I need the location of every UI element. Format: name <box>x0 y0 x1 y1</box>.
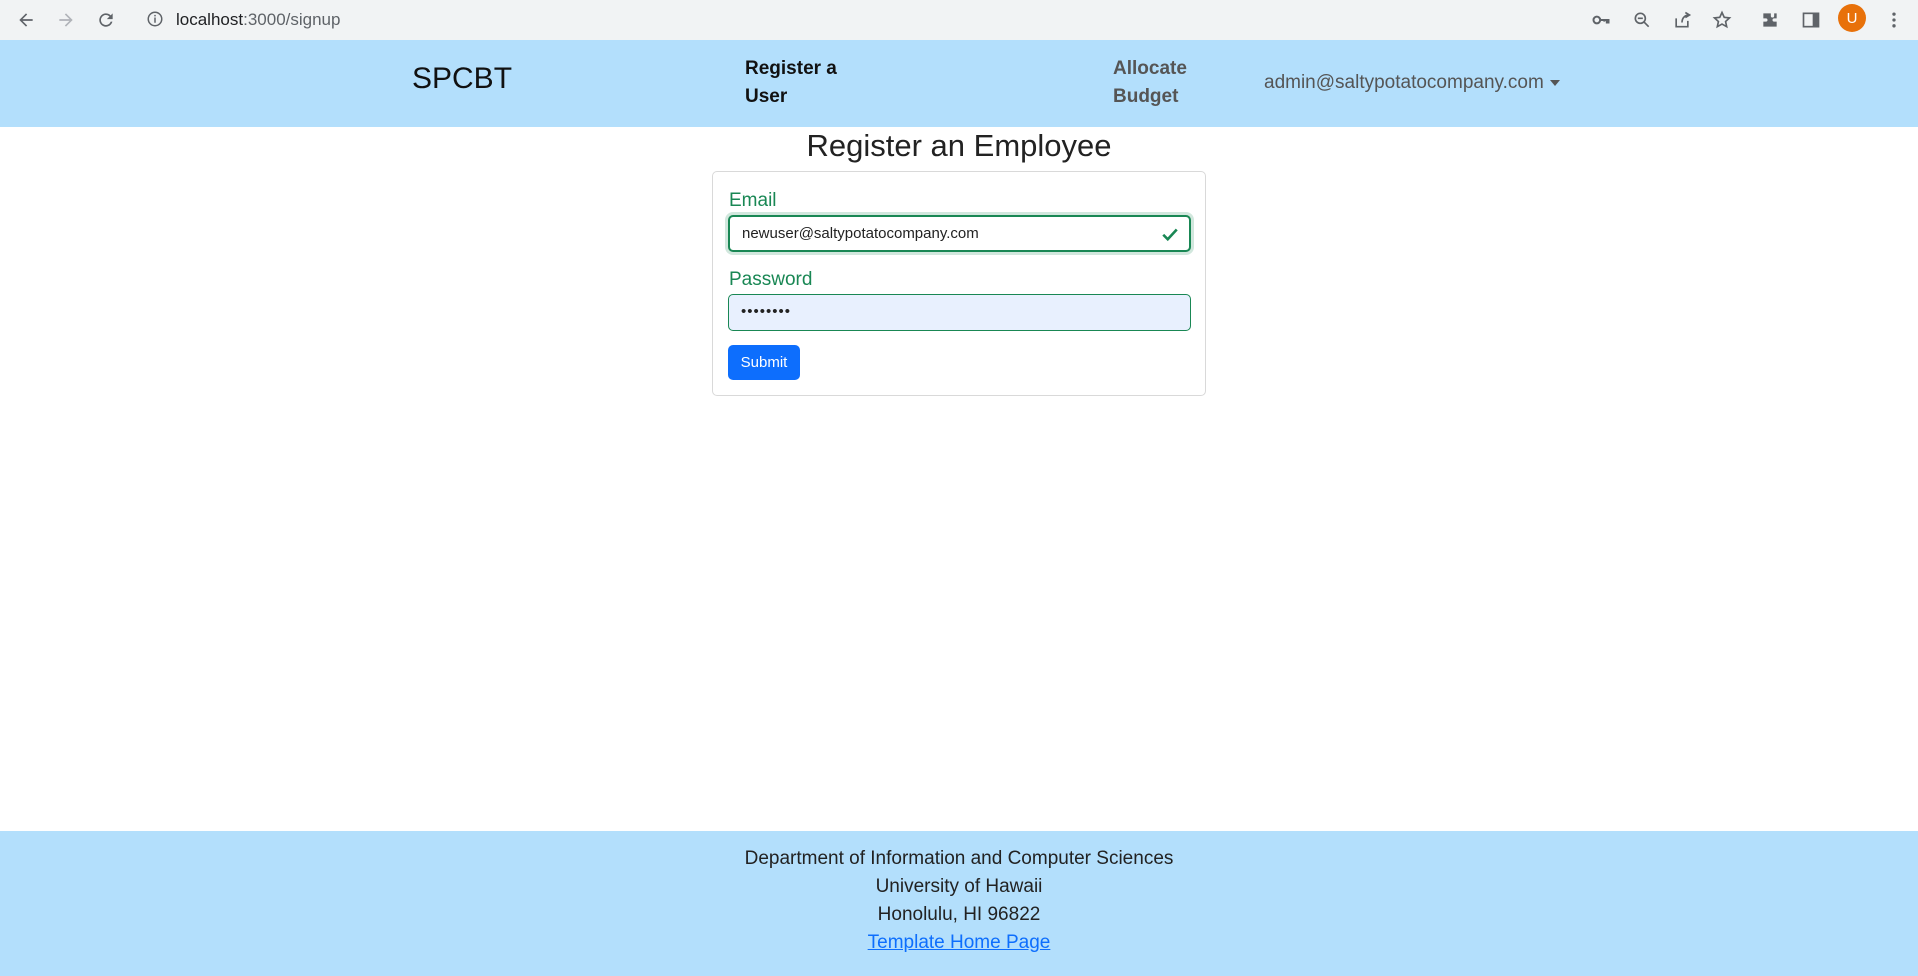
address-bar[interactable]: localhost:3000/signup <box>134 2 1584 36</box>
footer: Department of Information and Computer S… <box>0 831 1918 976</box>
footer-address: Honolulu, HI 96822 <box>877 904 1041 925</box>
extensions-icon[interactable] <box>1756 6 1784 34</box>
nav-register-line1: Register a <box>745 58 837 79</box>
info-icon[interactable] <box>146 10 164 28</box>
nav-allocate-line2: Budget <box>1113 86 1179 107</box>
page-title: Register an Employee <box>806 128 1112 163</box>
star-icon[interactable] <box>1708 6 1736 34</box>
email-value: newuser@saltypotatocompany.com <box>742 225 979 242</box>
submit-button[interactable]: Submit <box>728 345 800 380</box>
footer-university: University of Hawaii <box>875 876 1043 897</box>
profile-avatar[interactable]: U <box>1838 4 1866 32</box>
nav-allocate-line1: Allocate <box>1113 58 1187 79</box>
template-home-link[interactable]: Template Home Page <box>0 932 1918 954</box>
nav-register-user[interactable]: Register a User <box>745 55 837 111</box>
browser-toolbar: localhost:3000/signup U <box>0 0 1918 40</box>
password-value: •••••••• <box>741 303 792 320</box>
valid-check-icon <box>1162 228 1178 242</box>
user-dropdown[interactable]: admin@saltypotatocompany.com <box>1264 72 1560 94</box>
email-label: Email <box>729 190 777 211</box>
caret-down-icon <box>1549 79 1560 86</box>
kebab-menu-icon[interactable] <box>1880 6 1908 34</box>
nav-register-line2: User <box>745 86 788 107</box>
user-email: admin@saltypotatocompany.com <box>1264 72 1544 93</box>
password-field[interactable]: •••••••• <box>728 294 1191 331</box>
reload-icon[interactable] <box>94 8 118 32</box>
side-panel-icon[interactable] <box>1797 6 1825 34</box>
signup-form: Email newuser@saltypotatocompany.com Pas… <box>712 171 1206 396</box>
brand-logo-text[interactable]: SPCBT <box>412 62 512 96</box>
password-label: Password <box>729 269 813 290</box>
nav-allocate-budget[interactable]: Allocate Budget <box>1113 55 1187 111</box>
back-arrow-icon[interactable] <box>14 8 38 32</box>
email-field[interactable]: newuser@saltypotatocompany.com <box>728 215 1191 252</box>
footer-department: Department of Information and Computer S… <box>744 848 1174 869</box>
share-icon[interactable] <box>1668 6 1696 34</box>
key-icon[interactable] <box>1587 6 1615 34</box>
zoom-out-icon[interactable] <box>1628 6 1656 34</box>
top-navbar: SPCBT Register a User Allocate Budget ad… <box>0 40 1918 127</box>
forward-arrow-icon[interactable] <box>54 8 78 32</box>
url-text: localhost:3000/signup <box>176 10 341 29</box>
